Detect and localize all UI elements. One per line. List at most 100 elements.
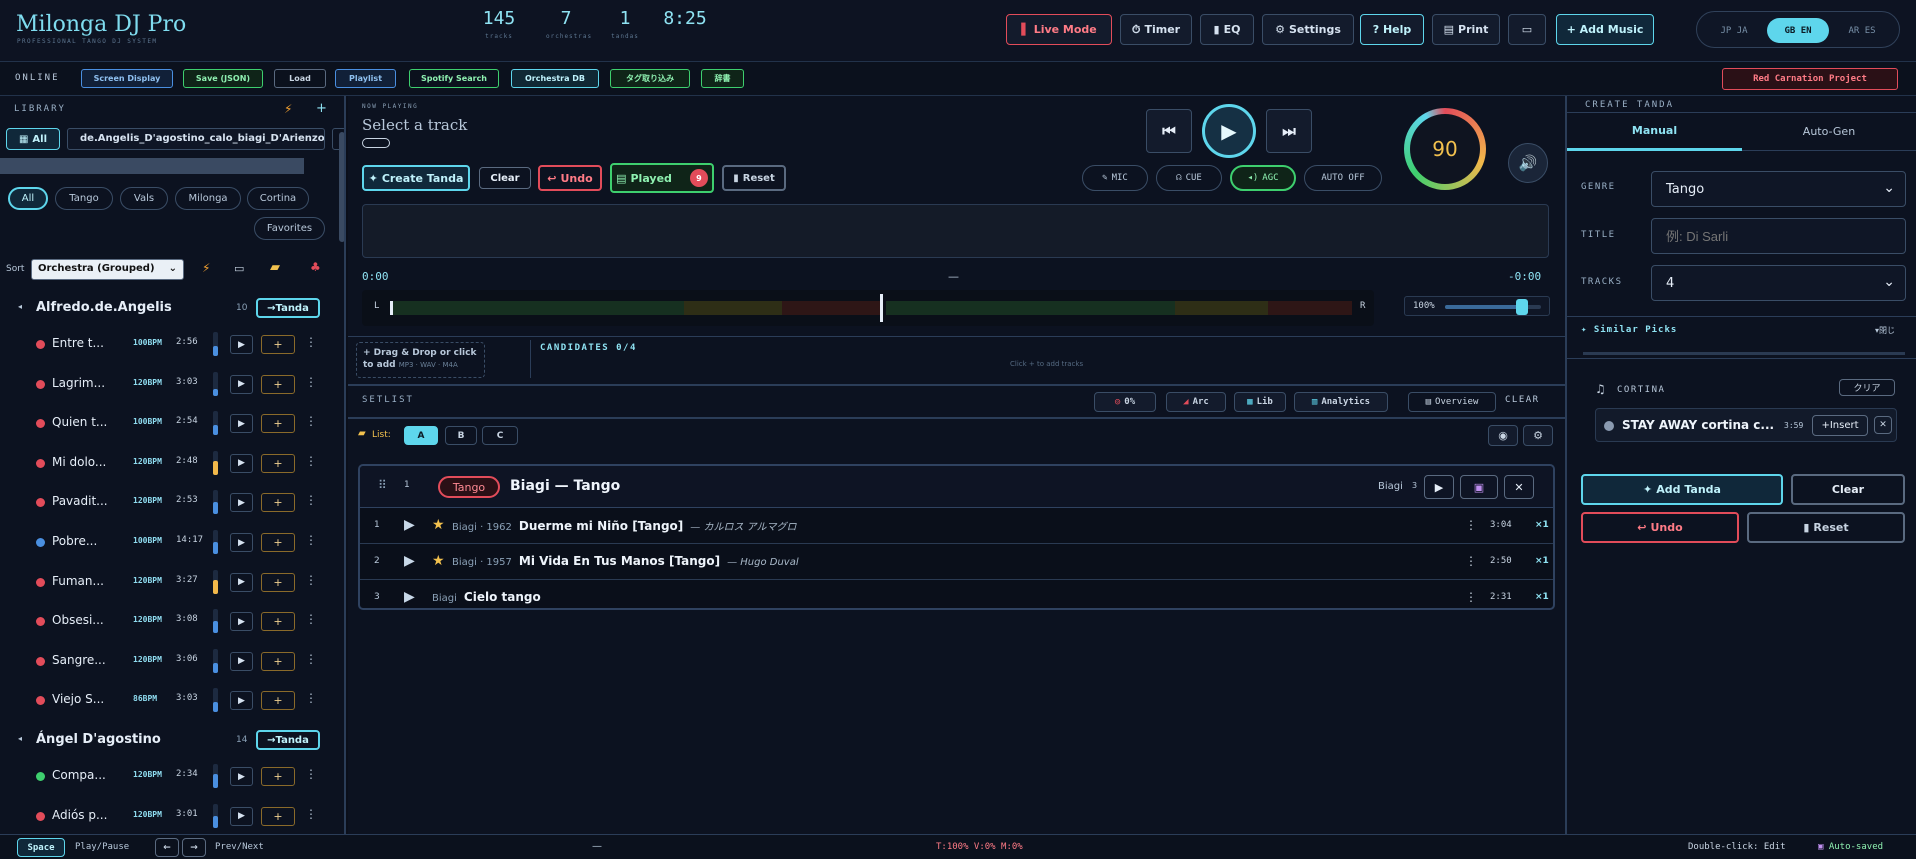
track-play-button[interactable]: ▶ — [230, 767, 253, 786]
tanda-save-button[interactable]: ▣ — [1460, 475, 1498, 499]
add-tanda-button[interactable]: ✦ Add Tanda — [1581, 474, 1783, 505]
filter-tango[interactable]: Tango — [55, 187, 113, 210]
track-add-button[interactable]: + — [261, 572, 295, 592]
library-track-row[interactable]: Obsesi... 120BPM 3:08 ▶ + ⋮ — [0, 603, 330, 639]
library-track-row[interactable]: Quien t... 100BPM 2:54 ▶ + ⋮ — [0, 405, 330, 441]
setlist-clear-button[interactable]: CLEAR — [1505, 395, 1540, 405]
arc-button[interactable]: ◢ Arc — [1166, 392, 1226, 412]
library-track-row[interactable]: Mi dolo... 120BPM 2:48 ▶ + ⋮ — [0, 445, 330, 481]
cortina-remove-button[interactable]: ✕ — [1874, 416, 1892, 434]
tanda-clear-button[interactable]: Clear — [1791, 474, 1905, 505]
reset-button[interactable]: ▮ Reset — [722, 165, 786, 191]
tanda-track-row[interactable]: 2 ▶ ★ Biagi · 1957 Mi Vida En Tus Manos [Ta… — [360, 544, 1553, 580]
tab-manual[interactable]: Manual — [1567, 113, 1742, 151]
collapse-icon[interactable]: ◂ — [18, 734, 22, 743]
list-b-tab[interactable]: B — [445, 426, 477, 445]
track-play-button[interactable]: ▶ — [230, 533, 253, 552]
orchestra-group-header[interactable]: ◂ Ángel D'agostino 14 →Tanda — [0, 726, 330, 754]
tanda-undo-button[interactable]: ↩ Undo — [1581, 512, 1739, 543]
track-play-button[interactable]: ▶ — [230, 414, 253, 434]
create-tanda-button[interactable]: ✦ Create Tanda — [362, 165, 470, 191]
more-icon[interactable]: ⋮ — [1465, 554, 1477, 568]
save-json-button[interactable]: Save (JSON) — [183, 69, 263, 88]
track-play-button[interactable]: ▶ — [230, 691, 253, 711]
tag-icon[interactable]: ▭ — [234, 262, 244, 275]
sort-select[interactable]: Orchestra (Grouped) ⌄ — [31, 259, 184, 280]
library-track-row[interactable]: Adiós p... 120BPM 3:01 ▶ + ⋮ — [0, 798, 330, 834]
collapse-icon[interactable]: ◂ — [18, 302, 22, 311]
waveform-area[interactable] — [362, 204, 1549, 258]
eye-button[interactable]: ◉ — [1488, 425, 1518, 446]
track-play-button[interactable]: ▶ — [230, 453, 253, 473]
play-icon[interactable]: ▶ — [404, 517, 415, 533]
library-track-row[interactable]: Pavadit... 120BPM 2:53 ▶ + ⋮ — [0, 484, 330, 520]
tab-auto-gen[interactable]: Auto-Gen — [1742, 113, 1916, 151]
mic-button[interactable]: ✎ MIC — [1082, 165, 1148, 191]
track-play-button[interactable]: ▶ — [230, 374, 253, 394]
cue-button[interactable]: ☊ CUE — [1156, 165, 1222, 191]
add-music-button[interactable]: + Add Music — [1556, 14, 1654, 45]
library-track-row[interactable]: Sangre... 120BPM 3:06 ▶ + ⋮ — [0, 643, 330, 679]
all-library-button[interactable]: ▦ All — [6, 128, 60, 150]
more-icon[interactable]: ⋮ — [305, 573, 317, 587]
help-button[interactable]: ? Help — [1360, 14, 1424, 45]
filter-vals[interactable]: Vals — [120, 187, 168, 210]
screen-button[interactable]: ▭ — [1508, 14, 1546, 45]
more-icon[interactable]: ⋮ — [305, 807, 317, 821]
filter-all[interactable]: All — [8, 187, 48, 210]
library-track-row[interactable]: Lagrim... 120BPM 3:03 ▶ + ⋮ — [0, 366, 330, 402]
to-tanda-button[interactable]: →Tanda — [256, 298, 320, 318]
genre-select[interactable]: Tango ⌄ — [1651, 171, 1906, 207]
similar-picks-label[interactable]: ✦ Similar Picks — [1581, 325, 1677, 335]
auto-off-button[interactable]: AUTO OFF — [1304, 165, 1382, 191]
analytics-button[interactable]: ▥ Analytics — [1294, 392, 1388, 412]
lib-button[interactable]: ▦ Lib — [1234, 392, 1286, 412]
track-play-button[interactable]: ▶ — [230, 651, 253, 671]
play-icon[interactable]: ▶ — [404, 553, 415, 569]
library-track-row[interactable]: Entre t... 100BPM 2:56 ▶ + ⋮ — [0, 326, 330, 362]
more-icon[interactable]: ⋮ — [305, 335, 317, 349]
playlist-button[interactable]: Playlist — [335, 69, 396, 88]
play-button[interactable]: ▶ — [1202, 104, 1256, 158]
filter-milonga[interactable]: Milonga — [175, 187, 241, 210]
previous-track-button[interactable]: ⏮ — [1146, 109, 1192, 153]
more-icon[interactable]: ⋮ — [305, 375, 317, 389]
orchestra-db-button[interactable]: Orchestra DB — [511, 69, 599, 88]
drop-zone[interactable]: + Drag & Drop or click to add MP3 · WAV … — [356, 342, 485, 378]
more-icon[interactable]: ⋮ — [305, 493, 317, 507]
folder-icon[interactable]: ▰ — [270, 260, 280, 275]
track-add-button[interactable]: + — [261, 651, 295, 671]
play-icon[interactable]: ▶ — [404, 589, 415, 605]
filter-cortina[interactable]: Cortina — [247, 187, 309, 210]
track-add-button[interactable]: + — [261, 414, 295, 434]
track-add-button[interactable]: + — [261, 691, 295, 711]
track-add-button[interactable]: + — [261, 767, 295, 786]
list-c-tab[interactable]: C — [482, 426, 518, 445]
star-icon[interactable]: ★ — [432, 517, 445, 533]
track-add-button[interactable]: + — [261, 453, 295, 473]
track-play-button[interactable]: ▶ — [230, 572, 253, 592]
played-button[interactable]: ▤ Played 9 — [610, 163, 714, 193]
track-add-button[interactable]: + — [261, 493, 295, 513]
volume-button[interactable]: 🔊 — [1508, 143, 1548, 183]
tanda-track-row[interactable]: 3 ▶ Biagi Cielo tango ⋮ 2:31 ×1 — [360, 580, 1553, 616]
track-play-button[interactable]: ▶ — [230, 806, 253, 826]
tanda-track-row[interactable]: 1 ▶ ★ Biagi · 1962 Duerme mi Niño [Tango] —… — [360, 508, 1553, 544]
track-play-button[interactable]: ▶ — [230, 335, 253, 354]
horizontal-scrollbar[interactable] — [0, 158, 304, 174]
more-icon[interactable]: ⋮ — [305, 691, 317, 705]
eq-button[interactable]: ▮ EQ — [1200, 14, 1254, 45]
orchestra-group-header[interactable]: ◂ Alfredo.de.Angelis 10 →Tanda — [0, 294, 330, 322]
similar-scrollbar[interactable] — [1583, 352, 1905, 355]
agc-button[interactable]: ◂) AGC — [1230, 165, 1296, 191]
more-icon[interactable]: ⋮ — [305, 612, 317, 626]
more-icon[interactable]: ⋮ — [305, 454, 317, 468]
overview-button[interactable]: ▤ Overview — [1408, 392, 1496, 412]
star-icon[interactable]: ★ — [432, 553, 445, 569]
tanda-reset-button[interactable]: ▮ Reset — [1747, 512, 1905, 543]
volume-knob[interactable] — [1516, 299, 1528, 315]
track-play-button[interactable]: ▶ — [230, 493, 253, 513]
progress-button[interactable]: ◎ 0% — [1094, 392, 1156, 412]
list-a-tab[interactable]: A — [404, 426, 438, 445]
tracks-select[interactable]: 4 ⌄ — [1651, 265, 1906, 301]
